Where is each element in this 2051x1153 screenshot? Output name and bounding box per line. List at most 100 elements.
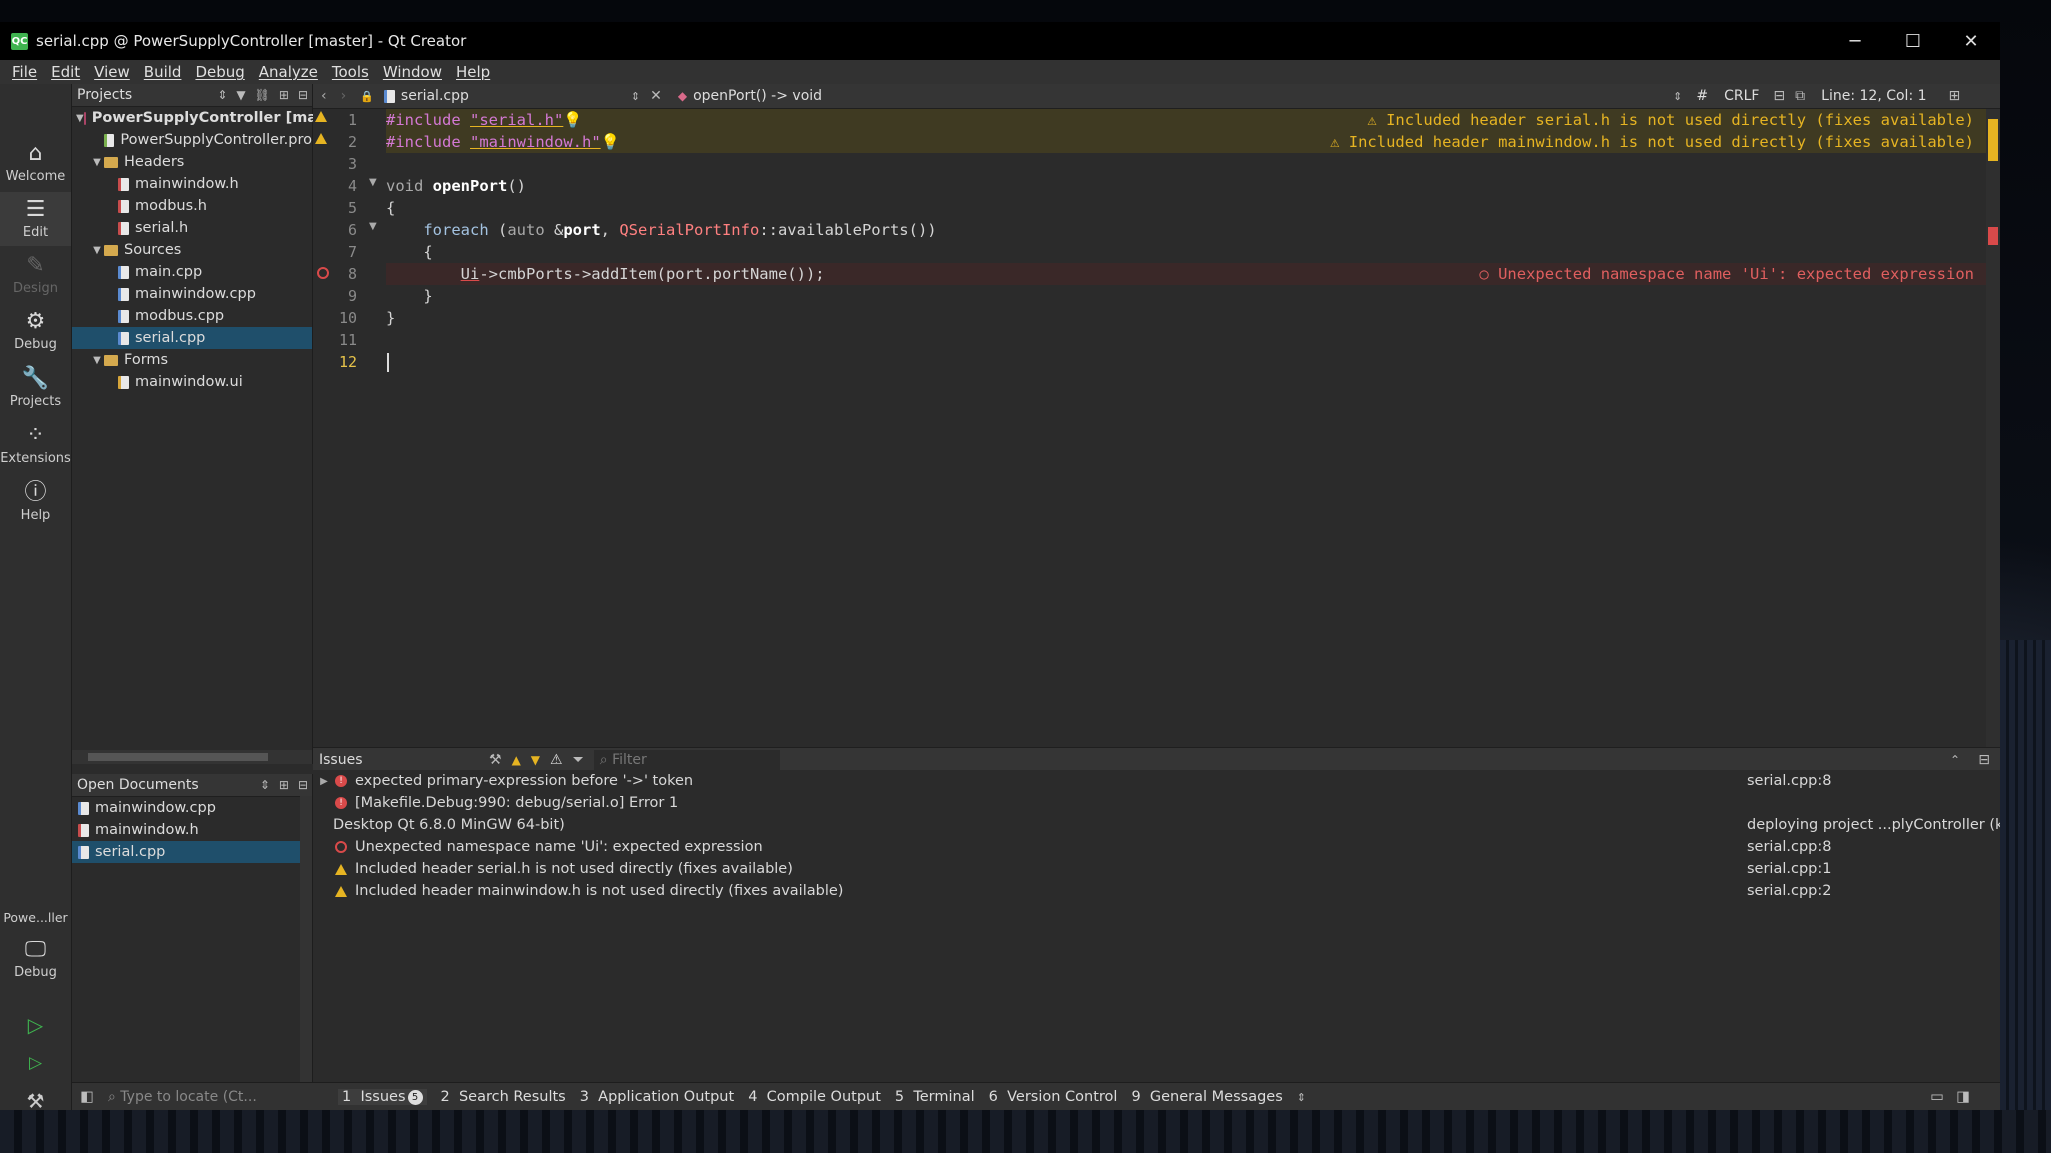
tree-item-folder[interactable]: ▼ Sources xyxy=(72,239,312,261)
expand-arrow-icon[interactable]: ▼ xyxy=(90,355,104,366)
symbol-combo[interactable]: openPort() -> void xyxy=(693,88,1673,104)
close-panel-icon[interactable]: ⊟ xyxy=(298,778,308,792)
locator-input[interactable]: ⌕ Type to locate (Ct... xyxy=(108,1086,328,1108)
mode-design[interactable]: ✎ Design xyxy=(0,248,71,302)
warning-marker-icon[interactable] xyxy=(315,111,327,122)
symbol-combo-arrow-icon[interactable]: ⇕ xyxy=(1673,90,1682,103)
tree-item-pro[interactable]: PowerSupplyController.pro xyxy=(72,129,312,151)
issue-row[interactable]: ! [Makefile.Debug:990: debug/serial.o] Er… xyxy=(313,792,2000,814)
tree-item-cpp[interactable]: mainwindow.cpp xyxy=(72,283,312,305)
close-panel-icon[interactable]: ⊟ xyxy=(1978,752,1990,768)
toggle-right-sidebar-icon[interactable]: ◨ xyxy=(1956,1089,1970,1105)
open-documents-title[interactable]: Open Documents xyxy=(77,777,199,793)
toggle-sidebar-icon[interactable]: ◧ xyxy=(80,1089,94,1105)
toggle-output-icon[interactable]: ▭ xyxy=(1930,1089,1944,1105)
sort-icon[interactable]: ⇕ xyxy=(217,88,227,102)
issue-row[interactable]: Desktop Qt 6.8.0 MinGW 64-bit) deploying … xyxy=(313,814,2000,836)
fold-arrow-icon[interactable]: ▼ xyxy=(369,177,377,188)
output-tab[interactable]: 1 Issues 5 xyxy=(338,1089,427,1105)
close-panel-icon[interactable]: ⊟ xyxy=(298,88,308,102)
sort-icon[interactable]: ⇕ xyxy=(260,778,270,792)
output-tab[interactable]: 9 General Messages xyxy=(1131,1089,1282,1105)
code-editor[interactable]: #include "serial.h"💡 ⚠ Included header se… xyxy=(386,109,1986,747)
open-document-item[interactable]: serial.cpp xyxy=(72,841,306,863)
output-tab[interactable]: 6 Version Control xyxy=(989,1089,1118,1105)
close-document-icon[interactable]: ✕ xyxy=(650,88,662,104)
expand-arrow-icon[interactable]: ▼ xyxy=(76,113,84,124)
clean-issues-icon[interactable]: ⚒ xyxy=(489,752,502,768)
open-file-combo[interactable]: serial.cpp xyxy=(401,88,631,104)
next-issue-icon[interactable]: ▼ xyxy=(531,753,540,767)
kit-selector[interactable]: 🖵 Debug xyxy=(0,930,71,988)
link-editor-icon[interactable]: ⧉ xyxy=(1795,88,1805,104)
issues-filter-input[interactable]: ⌕ Filter xyxy=(593,749,780,770)
split-icon[interactable]: ⊞ xyxy=(279,778,289,792)
tree-item-h[interactable]: mainwindow.h xyxy=(72,173,312,195)
combo-arrow-icon[interactable]: ⇕ xyxy=(631,90,640,103)
menu-tools[interactable]: Tools xyxy=(325,63,376,81)
issue-row[interactable]: Included header mainwindow.h is not used… xyxy=(313,880,2000,902)
previous-issue-icon[interactable]: ▲ xyxy=(512,753,521,767)
split-editor-icon[interactable]: ⊞ xyxy=(1949,88,1961,104)
project-tree-hscrollbar[interactable] xyxy=(72,750,312,764)
close-button[interactable]: ✕ xyxy=(1942,22,2000,60)
output-tab[interactable]: 4 Compile Output xyxy=(748,1089,881,1105)
tree-item-cpp[interactable]: serial.cpp xyxy=(72,327,312,349)
menu-window[interactable]: Window xyxy=(376,63,449,81)
tree-item-cpp[interactable]: modbus.cpp xyxy=(72,305,312,327)
tree-item-h[interactable]: serial.h xyxy=(72,217,312,239)
mode-projects[interactable]: 🔧 Projects xyxy=(0,361,71,415)
filter-icon[interactable]: ⏷ xyxy=(573,752,584,768)
expand-arrow-icon[interactable]: ▶ xyxy=(313,776,335,787)
open-document-item[interactable]: mainwindow.h xyxy=(72,819,306,841)
issue-row[interactable]: ▶! expected primary-expression before '->… xyxy=(313,770,2000,792)
debug-run-button[interactable]: ▷ xyxy=(0,1044,71,1082)
issue-row[interactable]: Included header serial.h is not used dir… xyxy=(313,858,2000,880)
tree-item-ui[interactable]: mainwindow.ui xyxy=(72,371,312,393)
maximize-panel-icon[interactable]: ⌃ xyxy=(1950,753,1960,767)
split-icon[interactable]: ⊞ xyxy=(279,88,289,102)
tree-item-h[interactable]: modbus.h xyxy=(72,195,312,217)
output-tab[interactable]: 2 Search Results xyxy=(441,1089,566,1105)
open-documents-vscrollbar[interactable] xyxy=(300,796,312,1096)
menu-build[interactable]: Build xyxy=(137,63,189,81)
build-button[interactable]: ⚒ xyxy=(0,1082,71,1110)
minimize-button[interactable]: ─ xyxy=(1826,22,1884,60)
show-warnings-icon[interactable]: ⚠ xyxy=(550,752,563,768)
encoding-icon[interactable]: ⊟ xyxy=(1773,88,1785,104)
menu-view[interactable]: View xyxy=(87,63,137,81)
cursor-position[interactable]: Line: 12, Col: 1 xyxy=(1821,88,1926,104)
mode-extensions[interactable]: ⁘ Extensions xyxy=(0,418,71,472)
output-tab[interactable]: 5 Terminal xyxy=(895,1089,975,1105)
menu-analyze[interactable]: Analyze xyxy=(252,63,325,81)
mode-edit[interactable]: ☰ Edit xyxy=(0,192,71,246)
expand-arrow-icon[interactable]: ▼ xyxy=(90,245,104,256)
line-ending-indicator[interactable]: CRLF xyxy=(1724,88,1759,104)
fold-arrow-icon[interactable]: ▼ xyxy=(369,221,377,232)
link-icon[interactable]: ⛓ xyxy=(255,88,270,102)
forward-icon[interactable]: › xyxy=(341,88,347,104)
tree-item-cpp[interactable]: main.cpp xyxy=(72,261,312,283)
expand-arrow-icon[interactable]: ▼ xyxy=(90,157,104,168)
menu-file[interactable]: File xyxy=(5,63,44,81)
menu-edit[interactable]: Edit xyxy=(44,63,87,81)
open-document-item[interactable]: mainwindow.cpp xyxy=(72,797,306,819)
back-icon[interactable]: ‹ xyxy=(321,88,327,104)
maximize-button[interactable]: ☐ xyxy=(1884,22,1942,60)
tree-item-folder[interactable]: ▼ Forms xyxy=(72,349,312,371)
menu-debug[interactable]: Debug xyxy=(188,63,251,81)
more-tabs-icon[interactable]: ⇕ xyxy=(1297,1091,1306,1104)
run-button[interactable]: ▷ xyxy=(0,1006,71,1044)
mode-help[interactable]: ⓘ Help xyxy=(0,475,71,529)
hash-indicator[interactable]: # xyxy=(1696,88,1708,104)
filter-icon[interactable]: ▼ xyxy=(236,88,245,102)
issue-row[interactable]: Unexpected namespace name 'Ui': expected… xyxy=(313,836,2000,858)
error-marker-icon[interactable] xyxy=(317,267,329,279)
mode-debug[interactable]: ⚙ Debug xyxy=(0,304,71,358)
menu-help[interactable]: Help xyxy=(449,63,497,81)
tree-item-folder[interactable]: ▼ Headers xyxy=(72,151,312,173)
warning-marker-icon[interactable] xyxy=(315,133,327,144)
output-tab[interactable]: 3 Application Output xyxy=(580,1089,734,1105)
editor-vscrollbar[interactable] xyxy=(1986,109,2000,747)
projects-panel-title[interactable]: Projects xyxy=(77,87,132,103)
